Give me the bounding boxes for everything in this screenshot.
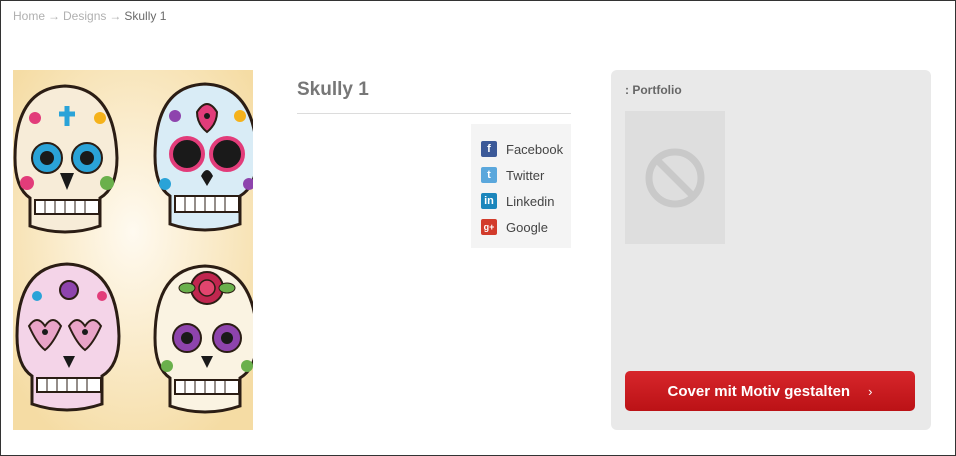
portfolio-panel: : Portfolio Cover mit Motiv gestalten › xyxy=(611,70,931,430)
share-linkedin-label: Linkedin xyxy=(506,193,555,209)
breadcrumb-separator: → xyxy=(109,9,122,23)
share-facebook[interactable]: f Facebook xyxy=(471,136,571,162)
breadcrumb-home-link[interactable]: Home xyxy=(13,9,45,23)
skull-bottom-right xyxy=(153,264,253,414)
no-image-icon xyxy=(645,148,705,207)
share-box: f Facebook t Twitter in Linkedin g+ Goog… xyxy=(471,124,571,248)
share-facebook-label: Facebook xyxy=(506,141,564,157)
share-twitter[interactable]: t Twitter xyxy=(471,162,571,188)
design-artwork[interactable] xyxy=(13,70,253,430)
breadcrumb-current: Skully 1 xyxy=(124,9,167,23)
share-google[interactable]: g+ Google xyxy=(471,214,571,240)
share-linkedin[interactable]: in Linkedin xyxy=(471,188,571,214)
skull-top-right xyxy=(153,82,253,232)
design-cover-button[interactable]: Cover mit Motiv gestalten › xyxy=(625,371,915,411)
breadcrumb-separator: → xyxy=(48,9,61,23)
design-cover-button-label: Cover mit Motiv gestalten xyxy=(667,382,851,400)
sugar-skulls-artwork xyxy=(13,70,253,430)
portfolio-image-placeholder xyxy=(625,111,725,244)
portfolio-label: : Portfolio xyxy=(625,83,682,97)
facebook-icon: f xyxy=(481,141,497,157)
linkedin-icon: in xyxy=(481,193,497,209)
title-divider xyxy=(297,113,571,114)
google-plus-icon: g+ xyxy=(481,219,497,235)
breadcrumb-designs-link[interactable]: Designs xyxy=(63,9,106,23)
breadcrumb: Home → Designs → Skully 1 xyxy=(13,9,166,23)
share-google-label: Google xyxy=(506,219,548,235)
twitter-icon: t xyxy=(481,167,497,183)
chevron-right-icon: › xyxy=(868,383,873,399)
share-twitter-label: Twitter xyxy=(506,167,545,183)
page-title: Skully 1 xyxy=(297,79,369,100)
